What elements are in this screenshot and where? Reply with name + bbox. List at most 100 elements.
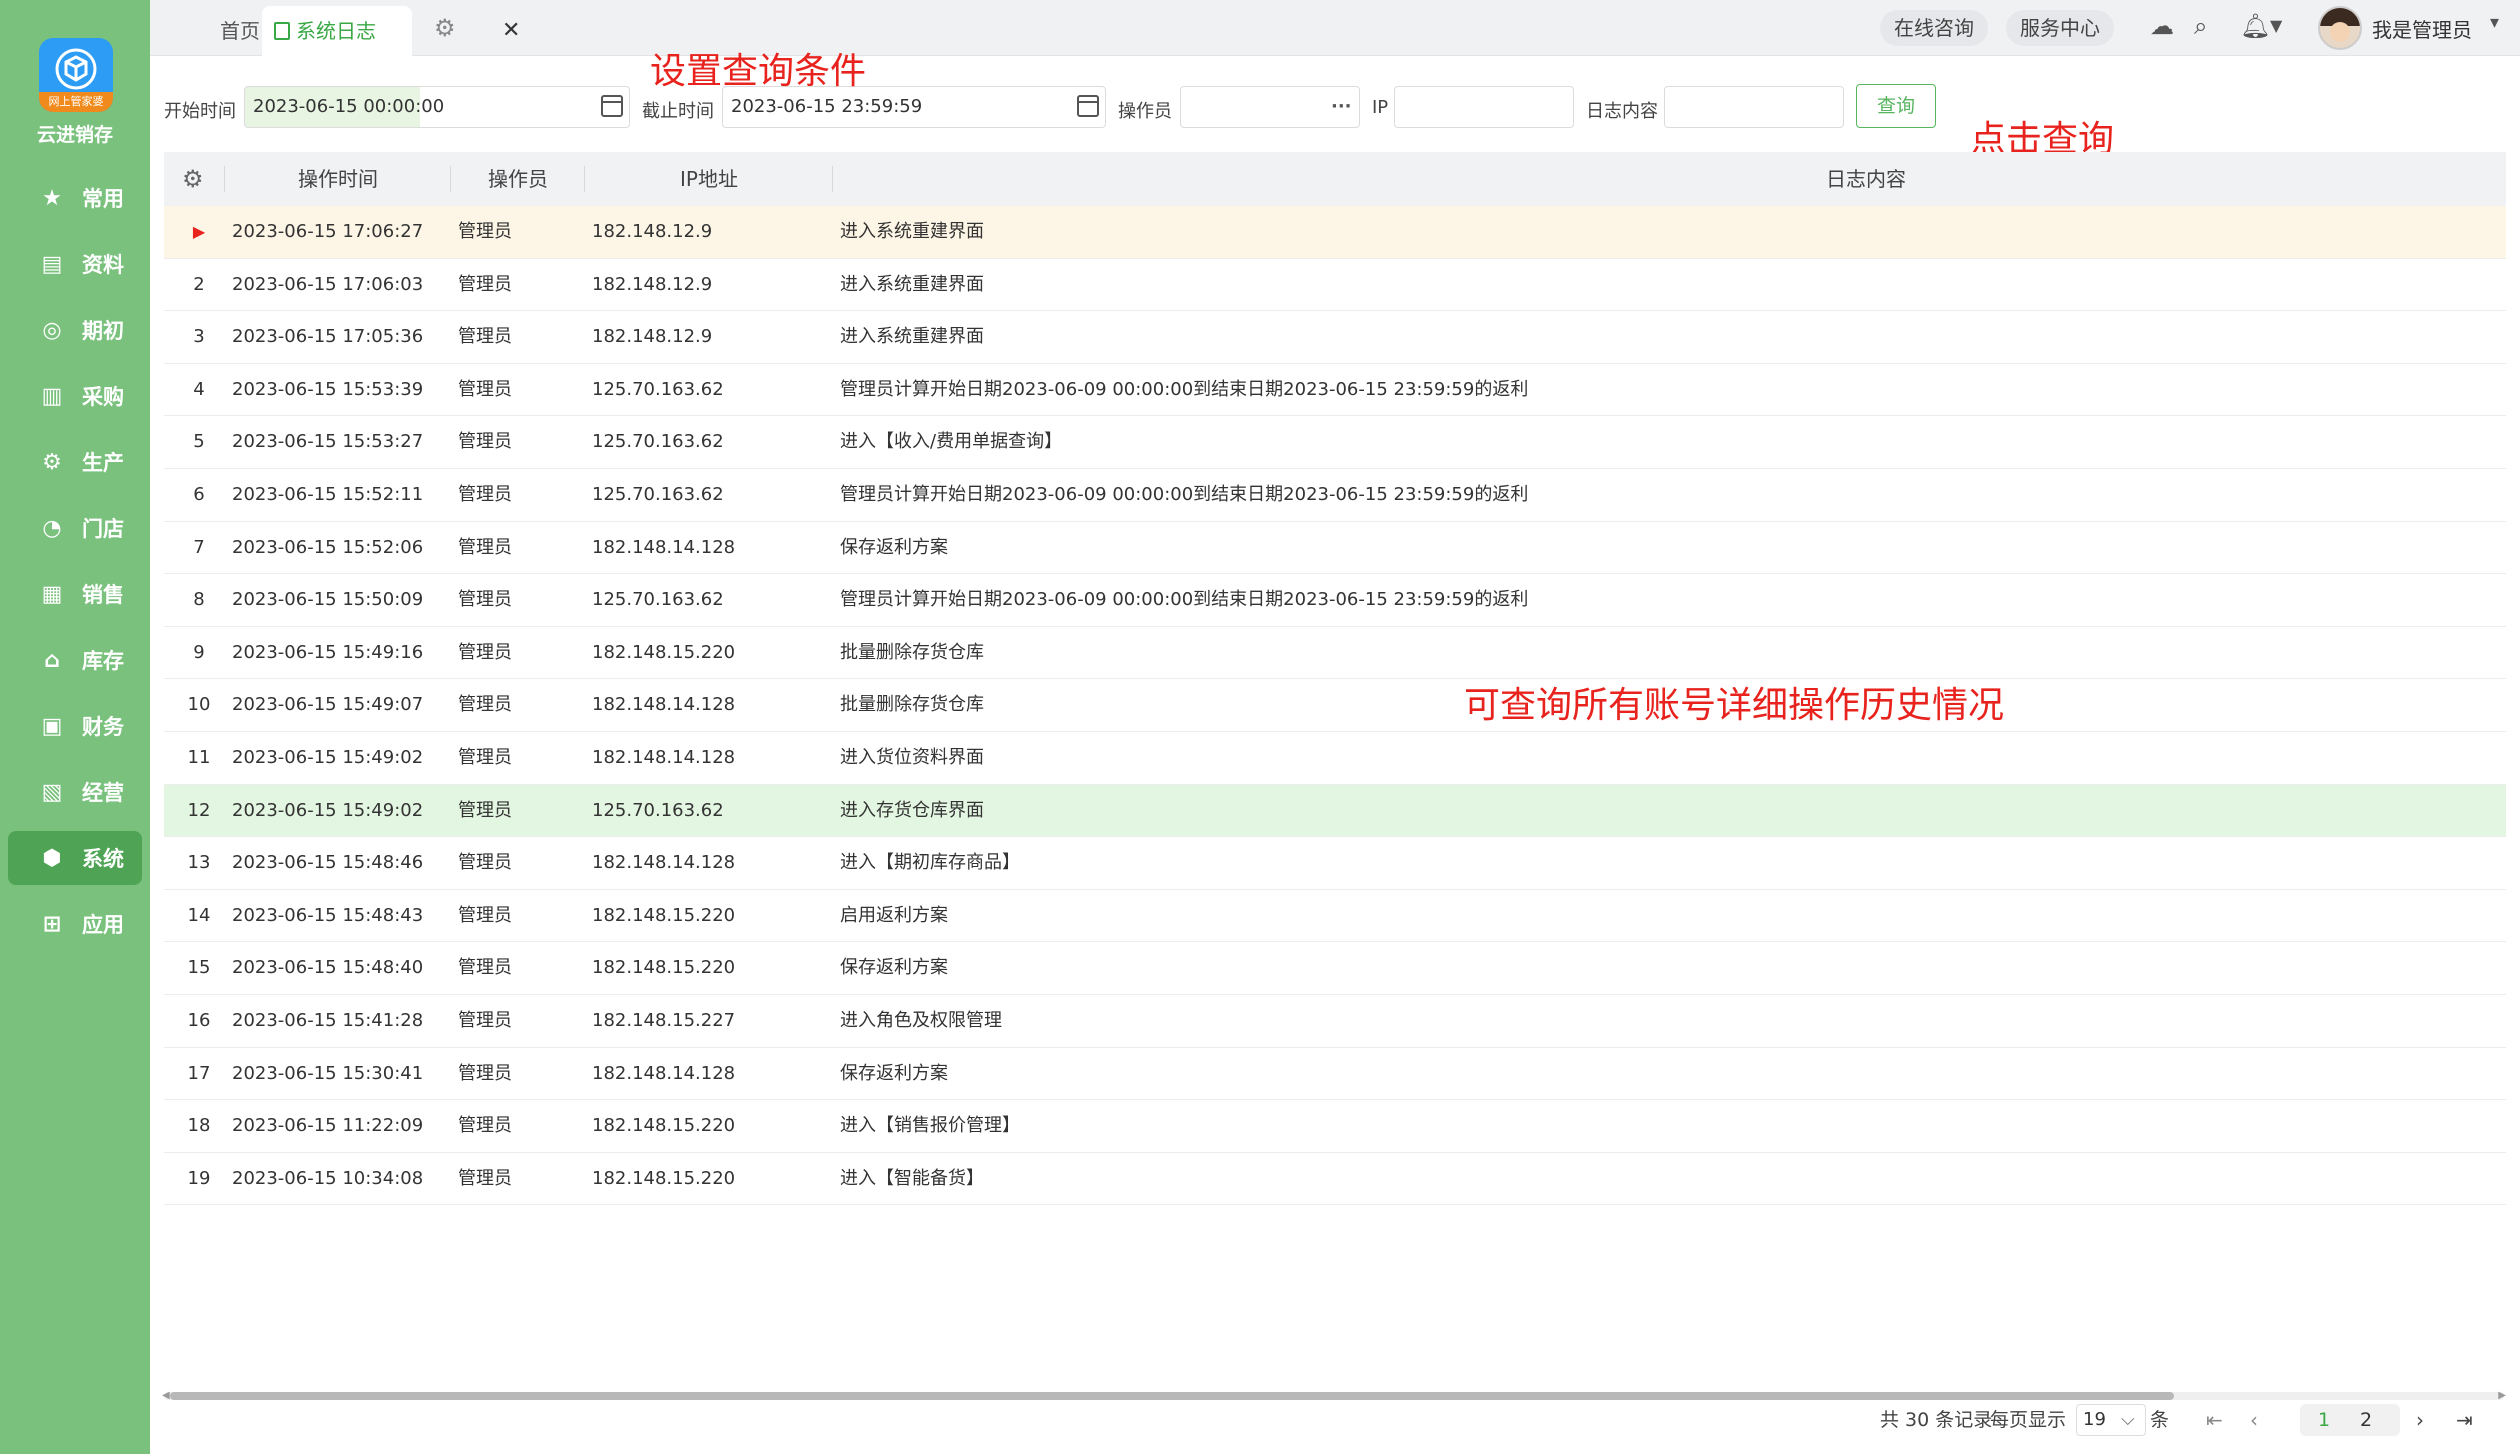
- header-operator[interactable]: 操作员: [488, 152, 548, 206]
- sidebar-item-6[interactable]: ▦ 销售: [8, 567, 142, 621]
- chevron-down-icon[interactable]: ▾: [2490, 12, 2499, 33]
- next-page-icon[interactable]: ›: [2416, 1404, 2424, 1436]
- row-number: 11: [187, 747, 211, 768]
- header-time[interactable]: 操作时间: [298, 152, 378, 206]
- log-content-input[interactable]: [1664, 86, 1844, 128]
- cell-time: 2023-06-15 15:48:43: [232, 904, 424, 926]
- sidebar-item-4[interactable]: ⚙ 生产: [8, 435, 142, 489]
- table-row[interactable]: 2 2023-06-15 17:06:03 管理员 182.148.12.9 进入系统重…: [164, 259, 2506, 312]
- cell-time: 2023-06-15 15:49:16: [232, 641, 424, 663]
- prev-page-icon[interactable]: ‹: [2250, 1404, 2258, 1436]
- cloud-download-icon[interactable]: ☁: [2150, 12, 2174, 40]
- table-row[interactable]: 5 2023-06-15 15:53:27 管理员 125.70.163.62 进入【收…: [164, 416, 2506, 469]
- sidebar-item-9[interactable]: ▧ 经营: [8, 765, 142, 819]
- horizontal-scrollbar[interactable]: ◀ ▶: [162, 1390, 2506, 1402]
- row-number: 9: [193, 641, 205, 663]
- cell-ip: 182.148.15.220: [592, 1115, 736, 1137]
- gear-icon[interactable]: ⚙: [434, 14, 456, 42]
- chevron-down-icon[interactable]: ▼: [2270, 16, 2282, 35]
- cell-ip: 182.148.14.128: [592, 1062, 736, 1084]
- header-ip[interactable]: IP地址: [680, 152, 738, 206]
- sidebar-item-10[interactable]: ⬢ 系统: [8, 831, 142, 885]
- scrollbar-thumb[interactable]: [170, 1392, 2174, 1400]
- table-row[interactable]: 4 2023-06-15 15:53:39 管理员 125.70.163.62 管理员计…: [164, 364, 2506, 417]
- service-center-button[interactable]: 服务中心: [2006, 10, 2114, 46]
- sidebar-item-3[interactable]: ▥ 采购: [8, 369, 142, 423]
- table-row[interactable]: 3 2023-06-15 17:05:36 管理员 182.148.12.9 进入系统重…: [164, 311, 2506, 364]
- cell-content: 进入系统重建界面: [840, 326, 984, 348]
- wallet-icon: ▣: [41, 713, 63, 739]
- sidebar-item-8[interactable]: ▣ 财务: [8, 699, 142, 753]
- row-number: 8: [193, 589, 205, 611]
- table-row[interactable]: 9 2023-06-15 15:49:16 管理员 182.148.15.220 批量删…: [164, 627, 2506, 680]
- page-size-select[interactable]: 19 ⌵: [2076, 1404, 2146, 1436]
- cell-content: 启用返利方案: [840, 904, 948, 926]
- row-number: 16: [187, 1010, 211, 1031]
- table-row[interactable]: 14 2023-06-15 15:48:43 管理员 182.148.15.220 启用…: [164, 890, 2506, 943]
- cell-ip: 182.148.14.128: [592, 852, 736, 874]
- cell-content: 保存返利方案: [840, 536, 948, 558]
- user-name[interactable]: 我是管理员: [2372, 14, 2472, 43]
- operator-input[interactable]: ···: [1180, 86, 1360, 128]
- table-row[interactable]: 16 2023-06-15 15:41:28 管理员 182.148.15.227 进入…: [164, 995, 2506, 1048]
- cell-ip: 182.148.15.220: [592, 641, 736, 663]
- column-settings-gear-icon[interactable]: ⚙: [182, 152, 204, 206]
- cell-time: 2023-06-15 15:52:11: [232, 484, 424, 505]
- avatar[interactable]: [2318, 6, 2362, 50]
- cell-content: 批量删除存货仓库: [840, 641, 984, 663]
- table-row[interactable]: 6 2023-06-15 15:52:11 管理员 125.70.163.62 管理员计…: [164, 469, 2506, 522]
- sidebar-item-11[interactable]: ⊞ 应用: [8, 897, 142, 951]
- table-row[interactable]: ▶ 2023-06-15 17:06:27 管理员 182.148.12.9 进入系统重…: [164, 206, 2506, 259]
- table-row[interactable]: 15 2023-06-15 15:48:40 管理员 182.148.15.220 保存…: [164, 942, 2506, 995]
- page-2-button[interactable]: 2: [2346, 1404, 2386, 1436]
- search-icon[interactable]: ⌕: [2194, 12, 2207, 40]
- table-row[interactable]: 12 2023-06-15 15:49:02 管理员 125.70.163.62 进入存…: [164, 784, 2506, 838]
- close-icon[interactable]: ✕: [502, 6, 522, 56]
- cell-ip: 182.148.12.9: [592, 273, 713, 295]
- annotation-history-note: 可查询所有账号详细操作历史情况: [1464, 685, 2005, 726]
- cell-operator: 管理员: [458, 273, 512, 295]
- start-time-input[interactable]: 2023-06-15 00:00:00: [244, 86, 630, 128]
- cell-operator: 管理员: [458, 641, 512, 663]
- page-1-button[interactable]: 1: [2304, 1404, 2344, 1436]
- target-icon: ◎: [42, 317, 62, 343]
- table-row[interactable]: 8 2023-06-15 15:50:09 管理员 125.70.163.62 管理员计…: [164, 574, 2506, 627]
- cell-operator: 管理员: [458, 589, 512, 611]
- table-row[interactable]: 7 2023-06-15 15:52:06 管理员 182.148.14.128 保存返…: [164, 522, 2506, 575]
- app-logo[interactable]: 网上管家婆: [39, 38, 113, 112]
- table-row[interactable]: 17 2023-06-15 15:30:41 管理员 182.148.14.128 保存…: [164, 1048, 2506, 1101]
- sidebar-item-label: 常用: [82, 187, 124, 211]
- online-consult-button[interactable]: 在线咨询: [1880, 10, 1988, 46]
- start-time-value: 2023-06-15 00:00:00: [253, 96, 445, 117]
- sidebar-item-5[interactable]: ◔ 门店: [8, 501, 142, 555]
- calendar-icon[interactable]: [601, 95, 623, 117]
- sidebar-item-0[interactable]: ★ 常用: [8, 171, 142, 225]
- table-row[interactable]: 10 2023-06-15 15:49:07 管理员 182.148.14.128 批量…: [164, 679, 2506, 732]
- cell-ip: 125.70.163.62: [592, 799, 724, 821]
- cell-operator: 管理员: [458, 1167, 512, 1189]
- table-row[interactable]: 13 2023-06-15 15:48:46 管理员 182.148.14.128 进入…: [164, 837, 2506, 890]
- row-number: 12: [187, 799, 211, 821]
- cell-content: 进入【销售报价管理】: [840, 1115, 1020, 1137]
- sidebar-item-1[interactable]: ▤ 资料: [8, 237, 142, 291]
- more-icon[interactable]: ···: [1331, 87, 1352, 127]
- first-page-icon[interactable]: ⇤: [2206, 1404, 2223, 1436]
- cell-ip: 182.148.14.128: [592, 536, 736, 558]
- last-page-icon[interactable]: ⇥: [2456, 1404, 2473, 1436]
- ip-input[interactable]: [1394, 86, 1574, 128]
- calendar-icon[interactable]: [1077, 95, 1099, 117]
- cell-operator: 管理员: [458, 1010, 512, 1031]
- header-content[interactable]: 日志内容: [1826, 152, 1906, 206]
- table-row[interactable]: 19 2023-06-15 10:34:08 管理员 182.148.15.220 进入…: [164, 1153, 2506, 1206]
- table-row[interactable]: 18 2023-06-15 11:22:09 管理员 182.148.15.220 进入…: [164, 1100, 2506, 1153]
- table-row[interactable]: 11 2023-06-15 15:49:02 管理员 182.148.14.128 进入…: [164, 732, 2506, 785]
- row-selected-arrow-icon: ▶: [192, 222, 206, 241]
- sidebar-item-2[interactable]: ◎ 期初: [8, 303, 142, 357]
- tab-system-log[interactable]: 系统日志 ✕: [262, 6, 520, 56]
- query-button[interactable]: 查询: [1856, 84, 1936, 128]
- cell-content: 管理员计算开始日期2023-06-09 00:00:00到结束日期2023-06…: [840, 589, 1529, 611]
- row-number: 13: [187, 852, 211, 874]
- sidebar-item-7[interactable]: ⌂ 库存: [8, 633, 142, 687]
- bell-icon[interactable]: 🔔︎: [2240, 12, 2270, 40]
- cell-content: 管理员计算开始日期2023-06-09 00:00:00到结束日期2023-06…: [840, 378, 1529, 400]
